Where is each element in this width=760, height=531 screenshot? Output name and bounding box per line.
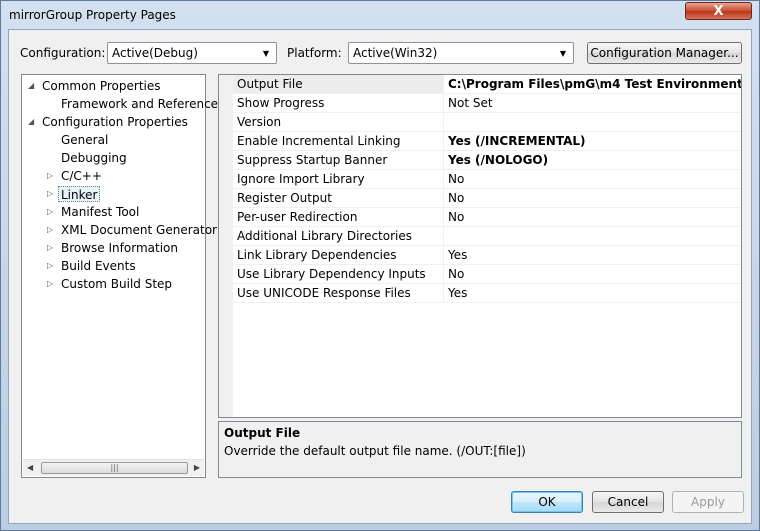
chevron-down-icon: ▼: [559, 48, 567, 58]
property-row[interactable]: Use UNICODE Response Files Yes: [233, 284, 741, 303]
description-panel: Output File Override the default output …: [218, 421, 742, 478]
property-value-cell[interactable]: No: [443, 208, 741, 226]
scroll-right-icon[interactable]: ▶: [194, 463, 200, 472]
configuration-label: Configuration:: [20, 46, 106, 60]
property-value-cell[interactable]: Yes: [443, 246, 741, 264]
tree-item[interactable]: C/C++: [61, 168, 102, 184]
expander-icon[interactable]: ◢: [28, 78, 34, 94]
property-name: Version: [237, 115, 282, 129]
property-name: Output File: [237, 77, 303, 91]
description-title: Output File: [224, 426, 301, 440]
property-value-cell[interactable]: No: [443, 189, 741, 207]
property-value: No: [448, 191, 465, 205]
description-text: Override the default output file name. (…: [224, 444, 526, 458]
configuration-dropdown[interactable]: Active(Debug) ▼: [107, 42, 277, 64]
property-row[interactable]: Link Library Dependencies Yes: [233, 246, 741, 265]
property-name: Per-user Redirection: [237, 210, 358, 224]
property-row[interactable]: Output File C:\Program Files\pmG\m4 Test …: [233, 75, 742, 94]
dialog-body: Configuration: Active(Debug) ▼ Platform:…: [8, 29, 752, 524]
chevron-down-icon: ▼: [262, 48, 270, 58]
property-name: Ignore Import Library: [237, 172, 365, 186]
property-row[interactable]: Show Progress Not Set: [233, 94, 741, 113]
expander-icon[interactable]: ▷: [47, 240, 53, 256]
property-value-cell[interactable]: Yes (/NOLOGO): [443, 151, 741, 169]
property-value: Yes (/INCREMENTAL): [448, 134, 586, 148]
scroll-thumb[interactable]: |||: [41, 462, 188, 474]
configuration-value: Active(Debug): [112, 46, 198, 60]
property-name: Suppress Startup Banner: [237, 153, 388, 167]
tree-item[interactable]: Custom Build Step: [61, 276, 172, 292]
title-bar[interactable]: mirrorGroup Property Pages X: [1, 1, 759, 29]
property-row[interactable]: Register Output No: [233, 189, 741, 208]
property-row[interactable]: Per-user Redirection No: [233, 208, 741, 227]
tree-item[interactable]: XML Document Generator: [61, 222, 217, 238]
tree-item[interactable]: Framework and References: [61, 96, 224, 112]
expander-icon[interactable]: ▷: [47, 276, 53, 292]
expander-icon[interactable]: ▷: [47, 204, 53, 220]
property-value: No: [448, 267, 465, 281]
tree-item[interactable]: Debugging: [61, 150, 127, 166]
property-value: Yes: [448, 286, 468, 300]
platform-dropdown[interactable]: Active(Win32) ▼: [348, 42, 574, 64]
property-name: Use Library Dependency Inputs: [237, 267, 426, 281]
tree-item[interactable]: Common Properties: [42, 78, 161, 94]
scroll-left-icon[interactable]: ◀: [27, 463, 33, 472]
property-value-cell[interactable]: No: [443, 265, 741, 283]
close-icon: X: [713, 3, 724, 19]
apply-button[interactable]: Apply: [672, 491, 744, 513]
property-value-cell[interactable]: [443, 227, 741, 245]
configuration-manager-button[interactable]: Configuration Manager...: [587, 42, 742, 64]
property-row[interactable]: Version: [233, 113, 741, 132]
tree-item[interactable]: Manifest Tool: [61, 204, 139, 220]
window-title: mirrorGroup Property Pages: [9, 8, 176, 22]
property-grid[interactable]: Output File C:\Program Files\pmG\m4 Test …: [218, 74, 742, 418]
property-name: Register Output: [237, 191, 332, 205]
close-button[interactable]: X: [685, 2, 752, 20]
platform-value: Active(Win32): [353, 46, 438, 60]
property-name: Show Progress: [237, 96, 325, 110]
property-row[interactable]: Enable Incremental Linking Yes (/INCREMEN…: [233, 132, 741, 151]
property-name: Link Library Dependencies: [237, 248, 397, 262]
tree-item[interactable]: Build Events: [61, 258, 136, 274]
tree-item[interactable]: Browse Information: [61, 240, 178, 256]
tree-horizontal-scrollbar[interactable]: ◀ ||| ▶: [23, 459, 204, 476]
property-value: C:\Program Files\pmG\m4 Test Environment…: [448, 77, 742, 91]
expander-icon[interactable]: ▷: [47, 168, 53, 184]
ok-button[interactable]: OK: [511, 491, 583, 513]
tree-item[interactable]: General: [61, 132, 108, 148]
property-value-cell[interactable]: C:\Program Files\pmG\m4 Test Environment…: [443, 75, 742, 93]
property-value: No: [448, 210, 465, 224]
property-value: Yes (/NOLOGO): [448, 153, 549, 167]
property-value-cell[interactable]: Yes: [443, 284, 741, 302]
property-row[interactable]: Use Library Dependency Inputs No: [233, 265, 741, 284]
tree-item[interactable]: Configuration Properties: [42, 114, 188, 130]
property-tree[interactable]: ◢ Common Properties Framework and Referenc…: [21, 74, 224, 478]
expander-icon[interactable]: ◢: [28, 114, 34, 130]
property-value: No: [448, 172, 465, 186]
property-value-cell[interactable]: Yes (/INCREMENTAL): [443, 132, 741, 150]
grid-gutter: [219, 75, 233, 417]
property-value: Not Set: [448, 96, 493, 110]
property-value-cell[interactable]: [443, 113, 741, 131]
property-value-cell[interactable]: Not Set: [443, 94, 741, 112]
property-row[interactable]: Ignore Import Library No: [233, 170, 741, 189]
property-name: Use UNICODE Response Files: [237, 286, 411, 300]
property-row[interactable]: Additional Library Directories: [233, 227, 741, 246]
property-name: Additional Library Directories: [237, 229, 413, 243]
cancel-button[interactable]: Cancel: [592, 491, 664, 513]
expander-icon[interactable]: ▷: [47, 222, 53, 238]
property-name: Enable Incremental Linking: [237, 134, 401, 148]
property-value-cell[interactable]: No: [443, 170, 741, 188]
tree-item[interactable]: Linker: [58, 186, 101, 202]
expander-icon[interactable]: ▷: [47, 186, 53, 202]
expander-icon[interactable]: ▷: [47, 258, 53, 274]
property-value: Yes: [448, 248, 468, 262]
platform-label: Platform:: [287, 46, 342, 60]
property-row[interactable]: Suppress Startup Banner Yes (/NOLOGO): [233, 151, 741, 170]
property-pages-window: mirrorGroup Property Pages X Configurati…: [0, 0, 760, 531]
